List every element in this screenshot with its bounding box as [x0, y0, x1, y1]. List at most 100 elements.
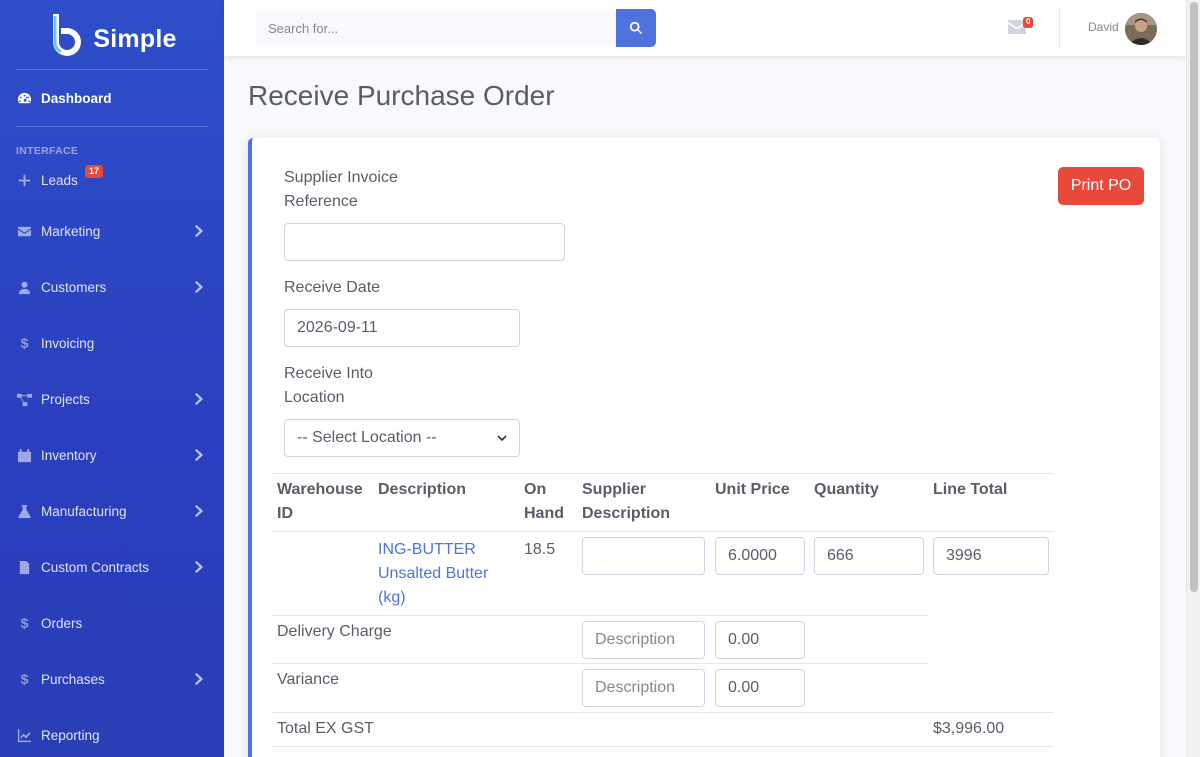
envelope-icon — [16, 223, 33, 240]
chart-icon — [16, 727, 33, 744]
sidebar: Simple Dashboard INTERFACE Leads 17 Mark… — [0, 0, 224, 757]
col-warehouse-id-line1: Warehouse — [277, 481, 363, 498]
receive-date-input[interactable]: 2026-09-11 — [284, 309, 520, 347]
table-header-border — [272, 531, 1054, 532]
sidebar-item-label: Dashboard — [41, 90, 112, 106]
sidebar-item-orders[interactable]: $ Orders — [0, 595, 224, 651]
product-link-line1[interactable]: ING-BUTTER — [378, 538, 476, 562]
calendar-icon — [16, 447, 33, 464]
sidebar-item-inventory[interactable]: Inventory — [0, 427, 224, 483]
brand-name: Simple — [93, 25, 177, 53]
row-border — [272, 746, 1054, 747]
location-label-line2: Location — [284, 389, 345, 406]
sidebar-item-custom-contracts[interactable]: Custom Contracts — [0, 539, 224, 595]
col-on-hand-line1: On — [524, 481, 547, 498]
project-diagram-icon — [16, 391, 33, 408]
product-link-line2[interactable]: Unsalted Butter — [378, 562, 488, 586]
col-warehouse-id-line2: ID — [277, 505, 293, 522]
page-title: Receive Purchase Order — [248, 80, 555, 111]
sidebar-item-label: Projects — [41, 391, 90, 407]
user-icon — [16, 279, 33, 296]
sidebar-item-dashboard[interactable]: Dashboard — [0, 70, 224, 126]
search-bar — [256, 9, 656, 47]
messages-badge: 0 — [1023, 17, 1034, 28]
sidebar-item-invoicing[interactable]: $ Invoicing — [0, 315, 224, 371]
sidebar-item-projects[interactable]: Projects — [0, 371, 224, 427]
brand[interactable]: Simple — [16, 0, 208, 70]
location-select[interactable]: -- Select Location -- — [284, 419, 520, 457]
total-ex-gst-value: $3,996.00 — [933, 720, 1005, 737]
supplier-description-input[interactable] — [582, 537, 705, 575]
sidebar-item-leads[interactable]: Leads 17 — [0, 157, 224, 203]
sidebar-item-customers[interactable]: Customers — [0, 259, 224, 315]
sidebar-item-purchases[interactable]: $ Purchases — [0, 651, 224, 707]
search-input[interactable] — [256, 9, 616, 47]
sidebar-item-marketing[interactable]: Marketing — [0, 203, 224, 259]
chevron-right-icon — [195, 449, 204, 461]
file-icon — [16, 559, 33, 576]
delivery-description-input[interactable]: Description — [582, 621, 705, 659]
unit-price-input[interactable]: 6.0000 — [715, 537, 805, 575]
sidebar-item-manufacturing[interactable]: Manufacturing — [0, 483, 224, 539]
col-line-total: Line Total — [933, 481, 1008, 498]
sidebar-item-label: Inventory — [41, 447, 97, 463]
sidebar-item-label: Marketing — [41, 223, 101, 239]
sidebar-item-reporting[interactable]: Reporting — [0, 707, 224, 757]
table-top-border — [272, 473, 1054, 474]
dollar-icon: $ — [20, 335, 29, 351]
tachometer-icon — [16, 90, 33, 107]
quantity-input[interactable]: 666 — [814, 537, 924, 575]
col-on-hand-line2: Hand — [524, 505, 564, 522]
topbar-divider — [1059, 9, 1060, 47]
supplier-invoice-label-line2: Reference — [284, 193, 358, 210]
chevron-right-icon — [195, 393, 204, 405]
receive-po-card: Print PO Supplier Invoice Reference Rece… — [248, 138, 1160, 757]
col-supplier-description-line1: Supplier — [582, 481, 647, 498]
delivery-amount-input[interactable]: 0.00 — [715, 621, 805, 659]
sidebar-item-label: Manufacturing — [41, 503, 127, 519]
sidebar-item-label: Customers — [41, 279, 107, 295]
col-quantity: Quantity — [814, 481, 879, 498]
plus-icon — [16, 172, 33, 189]
scrollbar-thumb[interactable] — [1190, 2, 1198, 592]
variance-amount-input[interactable]: 0.00 — [715, 669, 805, 707]
sidebar-item-label: Invoicing — [41, 335, 95, 351]
cell-on-hand: 18.5 — [524, 541, 556, 558]
delivery-charge-label: Delivery Charge — [277, 623, 392, 640]
chevron-right-icon — [195, 281, 204, 293]
dollar-icon: $ — [20, 615, 29, 631]
dollar-icon: $ — [20, 671, 29, 687]
location-label-line1: Receive Into — [284, 365, 373, 382]
row-border — [272, 615, 928, 616]
chevron-right-icon — [195, 561, 204, 573]
variance-description-input[interactable]: Description — [582, 669, 705, 707]
location-select-value: -- Select Location -- — [297, 429, 437, 446]
search-button[interactable] — [616, 9, 656, 47]
supplier-invoice-input[interactable] — [284, 223, 565, 261]
scrollbar[interactable] — [1186, 0, 1200, 757]
chevron-right-icon — [195, 225, 204, 237]
flask-icon — [16, 503, 33, 520]
sidebar-heading: INTERFACE — [16, 145, 79, 157]
print-po-button[interactable]: Print PO — [1058, 167, 1144, 205]
avatar[interactable] — [1125, 13, 1157, 45]
line-total-input[interactable]: 3996 — [933, 537, 1049, 575]
leads-badge: 17 — [85, 165, 104, 178]
product-link-line3[interactable]: (kg) — [378, 586, 406, 610]
chevron-right-icon — [195, 673, 204, 685]
col-supplier-description-line2: Description — [582, 505, 671, 522]
row-border — [272, 712, 1054, 713]
chevron-down-icon — [497, 435, 507, 442]
variance-label: Variance — [277, 671, 339, 688]
search-icon — [629, 21, 642, 34]
sidebar-item-label: Reporting — [41, 727, 100, 743]
sidebar-item-label: Leads — [41, 172, 78, 188]
col-description: Description — [378, 481, 467, 498]
row-border — [272, 663, 928, 664]
user-name[interactable]: David — [1088, 20, 1119, 34]
topbar: 0 David — [224, 0, 1186, 56]
supplier-invoice-label-line1: Supplier Invoice — [284, 169, 398, 186]
total-ex-gst-label: Total EX GST — [277, 720, 374, 737]
receive-date-label: Receive Date — [284, 279, 381, 296]
chevron-right-icon — [195, 505, 204, 517]
